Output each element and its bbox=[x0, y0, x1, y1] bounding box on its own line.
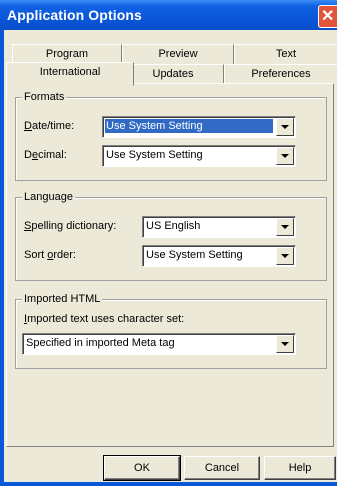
decimal-label: Decimal: bbox=[24, 149, 67, 161]
close-button[interactable]: ✕ bbox=[318, 5, 337, 28]
close-icon: ✕ bbox=[321, 8, 335, 25]
sort-order-label: Sort order: bbox=[24, 249, 76, 261]
chevron-down-icon[interactable] bbox=[276, 247, 294, 265]
window-frame-bottom bbox=[0, 482, 337, 486]
tab-text[interactable]: Text bbox=[234, 44, 337, 64]
tab-preferences[interactable]: Preferences bbox=[224, 64, 337, 84]
tab-international-label: International bbox=[39, 66, 101, 78]
language-group: Language Spelling dictionary: US English… bbox=[15, 191, 327, 281]
ok-button-label: OK bbox=[134, 462, 150, 474]
window-title: Application Options bbox=[7, 7, 142, 23]
help-button[interactable]: Help bbox=[264, 456, 336, 480]
tab-updates[interactable]: Updates bbox=[122, 64, 224, 84]
language-group-title: Language bbox=[22, 191, 75, 203]
sort-order-value: Use System Setting bbox=[146, 249, 243, 261]
imported-html-group: Imported HTML Imported text uses charact… bbox=[15, 293, 327, 369]
tab-preview-label: Preview bbox=[158, 48, 198, 60]
date-time-value: Use System Setting bbox=[105, 119, 273, 133]
chevron-down-icon[interactable] bbox=[276, 118, 294, 136]
chevron-down-icon[interactable] bbox=[276, 335, 294, 353]
chevron-down-icon[interactable] bbox=[276, 147, 294, 165]
dialog-client: Program Preview Text Updates Preferences… bbox=[4, 30, 337, 482]
dialog-window: Application Options ✕ Program Preview Te… bbox=[0, 0, 337, 486]
formats-group: Formats Date/time: Use System Setting De… bbox=[15, 91, 327, 181]
charset-value: Specified in imported Meta tag bbox=[26, 337, 175, 349]
date-time-label: Date/time: bbox=[24, 120, 75, 132]
spelling-dictionary-value: US English bbox=[146, 220, 201, 232]
chevron-down-icon[interactable] bbox=[276, 218, 294, 236]
help-button-label: Help bbox=[288, 462, 312, 474]
tab-program[interactable]: Program bbox=[12, 44, 122, 64]
formats-group-title: Formats bbox=[22, 91, 67, 103]
tab-preview[interactable]: Preview bbox=[122, 44, 234, 64]
cancel-button[interactable]: Cancel bbox=[184, 456, 260, 480]
imported-html-group-title: Imported HTML bbox=[22, 293, 103, 305]
sort-order-select[interactable]: Use System Setting bbox=[142, 245, 296, 267]
cancel-button-label: Cancel bbox=[204, 462, 240, 474]
charset-select[interactable]: Specified in imported Meta tag bbox=[22, 333, 296, 355]
tab-preferences-label: Preferences bbox=[251, 68, 311, 80]
tab-panel-international: Formats Date/time: Use System Setting De… bbox=[6, 83, 334, 447]
tab-international[interactable]: International bbox=[6, 62, 134, 86]
decimal-select[interactable]: Use System Setting bbox=[102, 145, 296, 167]
charset-label: Imported text uses character set: bbox=[24, 313, 185, 325]
title-bar[interactable]: Application Options ✕ bbox=[0, 0, 337, 30]
spelling-dictionary-label: Spelling dictionary: bbox=[24, 220, 117, 232]
decimal-value: Use System Setting bbox=[106, 149, 203, 161]
spelling-dictionary-select[interactable]: US English bbox=[142, 216, 296, 238]
tab-program-label: Program bbox=[45, 48, 89, 60]
date-time-select[interactable]: Use System Setting bbox=[102, 116, 296, 138]
tab-text-label: Text bbox=[275, 48, 297, 60]
tab-updates-label: Updates bbox=[152, 68, 194, 80]
ok-button[interactable]: OK bbox=[103, 455, 181, 481]
